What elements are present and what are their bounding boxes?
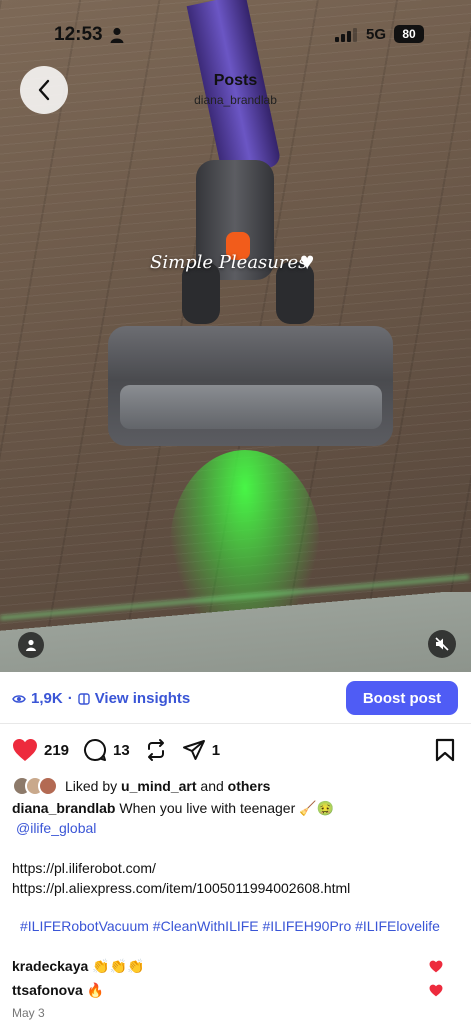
- rug: [0, 592, 471, 672]
- tagged-people-button[interactable]: [18, 632, 44, 658]
- liked-by-user[interactable]: u_mind_art: [121, 778, 196, 794]
- caption-text: When you live with teenager 🧹🤢: [115, 800, 334, 816]
- caption-author[interactable]: diana_brandlab: [12, 800, 115, 816]
- insights-icon: [77, 692, 90, 705]
- separator-dot: ·: [67, 690, 73, 707]
- boost-post-button[interactable]: Boost post: [346, 681, 458, 715]
- view-insights-link[interactable]: View insights: [95, 690, 191, 707]
- likes-count[interactable]: 219: [44, 742, 69, 759]
- share-action[interactable]: 1: [182, 738, 220, 762]
- comment-action[interactable]: 13: [83, 738, 130, 762]
- page-subtitle-username[interactable]: diana_brandlab: [0, 93, 471, 107]
- liked-by-and: and: [196, 778, 228, 794]
- person-status-icon: [110, 27, 124, 43]
- comments-count[interactable]: 13: [113, 742, 130, 759]
- caption-link-2[interactable]: https://pl.aliexpress.com/item/100501199…: [12, 878, 452, 898]
- heart-filled-icon[interactable]: [12, 738, 38, 762]
- comment-row[interactable]: ttsafonova 🔥: [12, 982, 459, 999]
- like-action[interactable]: 219: [12, 738, 69, 762]
- caption-hashtags[interactable]: #ILIFERobotVacuum #CleanWithILIFE #ILIFE…: [12, 916, 452, 936]
- caption-link-1[interactable]: https://pl.iliferobot.com/: [12, 858, 452, 878]
- vacuum-head-window: [120, 385, 382, 429]
- speaker-muted-icon: [435, 637, 449, 651]
- signal-icon: [335, 28, 357, 42]
- post-actions: 219 13 1: [12, 736, 234, 764]
- caption-mention[interactable]: @ilife_global: [12, 818, 452, 838]
- white-heart-icon: ♥: [300, 248, 315, 275]
- eye-icon: [12, 694, 26, 703]
- page-title: Posts: [213, 72, 258, 89]
- post-media[interactable]: Simple Pleasures ♥ 12:53 5G 80 Posts dia…: [0, 0, 471, 672]
- liked-by-prefix: Liked by: [65, 778, 122, 794]
- shares-count[interactable]: 1: [212, 742, 220, 759]
- avatar: [38, 776, 58, 796]
- views-count: 1,9K: [31, 690, 63, 707]
- repost-action[interactable]: [144, 738, 168, 762]
- liked-by[interactable]: Liked by u_mind_art and others: [12, 776, 270, 796]
- battery-icon: 80: [394, 25, 424, 43]
- liked-by-others[interactable]: others: [228, 778, 271, 794]
- comment-user[interactable]: ttsafonova: [12, 982, 83, 998]
- post-date: May 3: [12, 1006, 45, 1020]
- comment-text: 👏👏👏: [92, 958, 145, 974]
- post-caption: diana_brandlab When you live with teenag…: [12, 798, 452, 936]
- comment-heart-icon[interactable]: [429, 984, 443, 997]
- comment-text: 🔥: [86, 982, 105, 998]
- bookmark-icon[interactable]: [434, 738, 456, 762]
- comment-heart-icon[interactable]: [429, 960, 443, 973]
- liked-by-text: Liked by u_mind_art and others: [65, 778, 270, 794]
- comment-row[interactable]: kradeckaya 👏👏👏: [12, 958, 459, 975]
- network-label: 5G: [366, 26, 387, 43]
- comment-user[interactable]: kradeckaya: [12, 958, 88, 974]
- person-icon: [26, 639, 36, 651]
- mute-button[interactable]: [428, 630, 456, 658]
- repost-icon[interactable]: [144, 738, 168, 762]
- views-insights[interactable]: 1,9K · View insights: [12, 690, 190, 707]
- send-icon[interactable]: [182, 738, 206, 762]
- overlay-text: Simple Pleasures: [150, 252, 308, 273]
- comment-icon[interactable]: [83, 738, 107, 762]
- status-time: 12:53: [54, 24, 103, 45]
